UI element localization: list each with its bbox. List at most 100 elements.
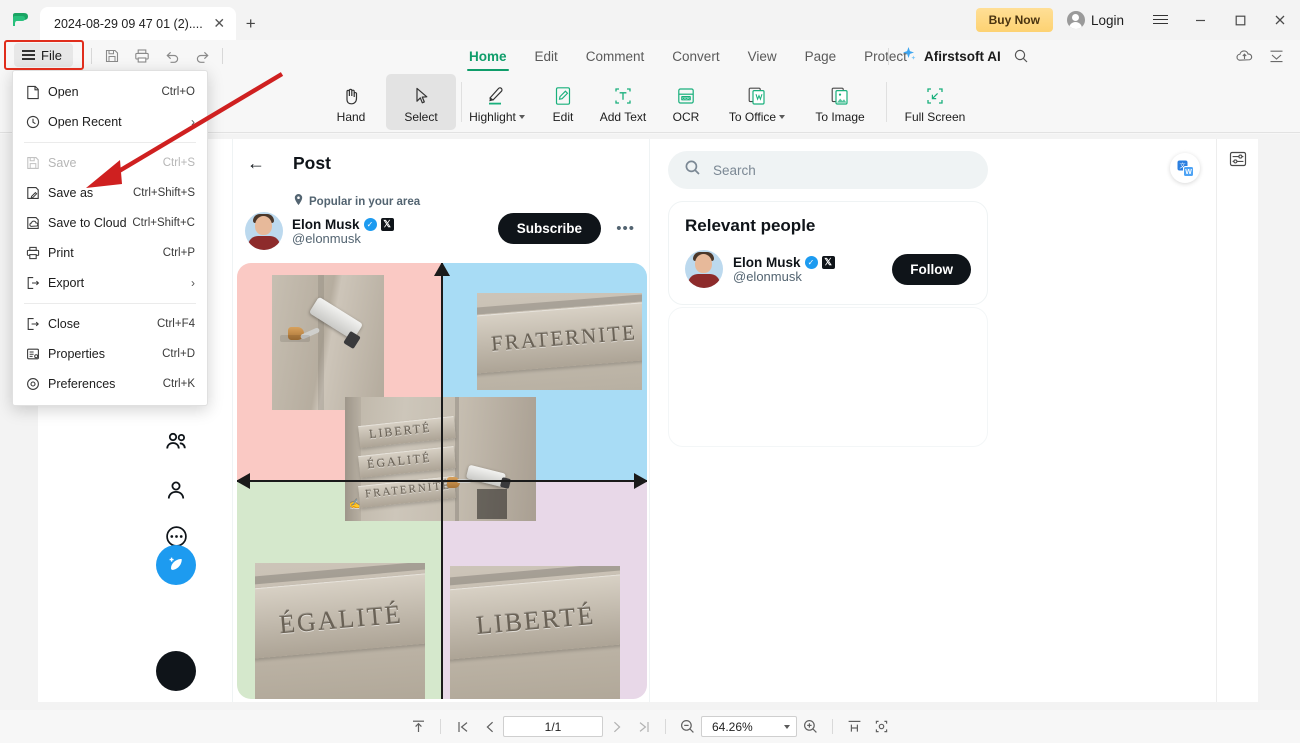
page-number-input[interactable]: 1/1 xyxy=(503,716,603,737)
afirstsoft-logo-icon xyxy=(0,0,40,40)
afirstsoft-ai-label[interactable]: Afirstsoft AI xyxy=(924,49,1001,64)
communities-icon[interactable] xyxy=(156,422,196,462)
divider xyxy=(440,719,441,734)
menu-item-label: Print xyxy=(48,246,74,260)
properties-panel-icon[interactable] xyxy=(1226,147,1250,171)
svg-text:OCR: OCR xyxy=(682,96,690,100)
translate-word-icon[interactable]: 文 W xyxy=(1170,153,1200,183)
more-options-icon[interactable]: ••• xyxy=(616,220,635,237)
close-doc-icon xyxy=(26,317,48,331)
ocr-button[interactable]: OCR OCR xyxy=(651,74,721,130)
to-office-button[interactable]: To Office xyxy=(716,74,798,130)
photo-fraternite: FRATERNITE xyxy=(477,293,642,390)
plus-icon[interactable]: + xyxy=(236,7,266,40)
feather-compose-icon[interactable] xyxy=(156,545,196,585)
axis-arrow-up xyxy=(434,263,450,276)
collapse-ribbon-icon[interactable] xyxy=(1262,43,1290,69)
back-arrow-icon[interactable]: ← xyxy=(241,148,271,178)
tab-edit[interactable]: Edit xyxy=(521,40,572,72)
scroll-to-top-icon[interactable] xyxy=(405,715,432,739)
file-menu-button[interactable]: File xyxy=(14,43,73,67)
fit-page-icon[interactable] xyxy=(868,715,895,739)
tab-comment[interactable]: Comment xyxy=(572,40,659,72)
zoom-in-icon[interactable] xyxy=(797,715,824,739)
last-page-icon[interactable] xyxy=(630,715,657,739)
menu-item-label: Close xyxy=(48,317,80,331)
pdf-page[interactable]: ← Post Popular in your area Elon Musk ✓ … xyxy=(38,139,1258,702)
hand-icon xyxy=(340,81,362,107)
print-icon[interactable] xyxy=(127,44,157,68)
verified-badge-icon: ✓ xyxy=(804,255,818,269)
application-window: 2024-08-29 09 47 01 (2).... ✕ + Buy Now … xyxy=(0,0,1300,743)
chevron-down-icon[interactable] xyxy=(784,724,790,729)
chevron-down-icon[interactable] xyxy=(779,114,786,119)
close-window-icon[interactable] xyxy=(1260,0,1300,40)
next-page-icon[interactable] xyxy=(603,715,630,739)
select-tool-label: Select xyxy=(404,109,438,124)
login-button[interactable]: Login xyxy=(1066,11,1124,29)
profile-person-icon[interactable] xyxy=(156,470,196,510)
tab-view[interactable]: View xyxy=(734,40,791,72)
social-main-column: ← Post Popular in your area Elon Musk ✓ … xyxy=(232,139,650,702)
full-screen-icon xyxy=(924,81,946,107)
avatar[interactable] xyxy=(685,250,723,288)
first-page-icon[interactable] xyxy=(449,715,476,739)
highlight-button[interactable]: Highlight xyxy=(458,74,536,130)
menu-item-save-to-cloud[interactable]: Save to Cloud Ctrl+Shift+C xyxy=(13,208,207,238)
relevant-people-title: Relevant people xyxy=(685,216,816,235)
avatar[interactable] xyxy=(245,212,283,250)
post-image[interactable]: FRATERNITE LIBERTÉ ÉGALITÉ FRATERNITÉ ✍ … xyxy=(237,263,647,699)
chevron-down-icon[interactable] xyxy=(518,114,525,119)
add-text-button[interactable]: Add Text xyxy=(588,74,658,130)
minimize-icon[interactable] xyxy=(1180,0,1220,40)
file-menu-label: File xyxy=(41,47,62,63)
document-tab[interactable]: 2024-08-29 09 47 01 (2).... ✕ xyxy=(40,7,236,40)
hamburger-menu-icon[interactable] xyxy=(1140,0,1180,40)
hand-tool-button[interactable]: Hand xyxy=(316,74,386,130)
person-name-row: Elon Musk ✓ 𝕏 xyxy=(733,255,835,270)
relevant-people-card: Relevant people Elon Musk ✓ 𝕏 @elonmusk … xyxy=(668,201,988,305)
list-item[interactable]: Elon Musk ✓ 𝕏 @elonmusk Follow xyxy=(685,250,971,288)
search-input[interactable]: Search xyxy=(668,151,988,189)
menu-item-save-as[interactable]: Save as Ctrl+Shift+S xyxy=(13,178,207,208)
search-icon[interactable] xyxy=(1008,43,1034,69)
select-tool-button[interactable]: Select xyxy=(386,74,456,130)
to-image-button[interactable]: To Image xyxy=(804,74,876,130)
zoom-level-select[interactable]: 64.26% xyxy=(701,716,797,737)
menu-item-export[interactable]: Export › xyxy=(13,268,207,298)
menu-item-shortcut: Ctrl+Shift+C xyxy=(132,217,195,229)
menu-item-open[interactable]: Open Ctrl+O xyxy=(13,77,207,107)
undo-icon[interactable] xyxy=(157,44,187,68)
photo-security-camera xyxy=(272,275,384,410)
prev-page-icon[interactable] xyxy=(476,715,503,739)
subscribe-button[interactable]: Subscribe xyxy=(497,213,601,244)
menu-item-preferences[interactable]: Preferences Ctrl+K xyxy=(13,369,207,399)
clock-recent-icon xyxy=(26,115,48,129)
print-icon xyxy=(26,246,48,260)
redo-icon[interactable] xyxy=(187,44,217,68)
zoom-out-icon[interactable] xyxy=(674,715,701,739)
menu-item-close[interactable]: Close Ctrl+F4 xyxy=(13,309,207,339)
to-office-label: To Office xyxy=(729,110,786,124)
save-icon[interactable] xyxy=(97,44,127,68)
full-screen-button[interactable]: Full Screen xyxy=(896,74,974,130)
menu-item-print[interactable]: Print Ctrl+P xyxy=(13,238,207,268)
buy-now-button[interactable]: Buy Now xyxy=(975,8,1053,32)
file-dropdown-menu[interactable]: Open Ctrl+O Open Recent › Save Ctrl+S Sa… xyxy=(12,70,208,406)
photo-liberte: LIBERTÉ xyxy=(450,566,620,699)
fit-width-icon[interactable] xyxy=(841,715,868,739)
preferences-gear-icon xyxy=(26,377,48,391)
highlight-label: Highlight xyxy=(469,110,525,124)
menu-item-open-recent[interactable]: Open Recent › xyxy=(13,107,207,137)
account-avatar-icon[interactable] xyxy=(156,651,196,691)
follow-button[interactable]: Follow xyxy=(892,253,971,285)
tab-page[interactable]: Page xyxy=(791,40,851,72)
tab-convert[interactable]: Convert xyxy=(658,40,733,72)
close-icon[interactable]: ✕ xyxy=(211,15,228,32)
maximize-icon[interactable] xyxy=(1220,0,1260,40)
save-cloud-icon xyxy=(26,216,48,230)
cursor-select-icon xyxy=(410,81,432,107)
menu-item-properties[interactable]: Properties Ctrl+D xyxy=(13,339,207,369)
tab-home[interactable]: Home xyxy=(455,40,521,72)
cloud-upload-icon[interactable] xyxy=(1230,43,1258,69)
